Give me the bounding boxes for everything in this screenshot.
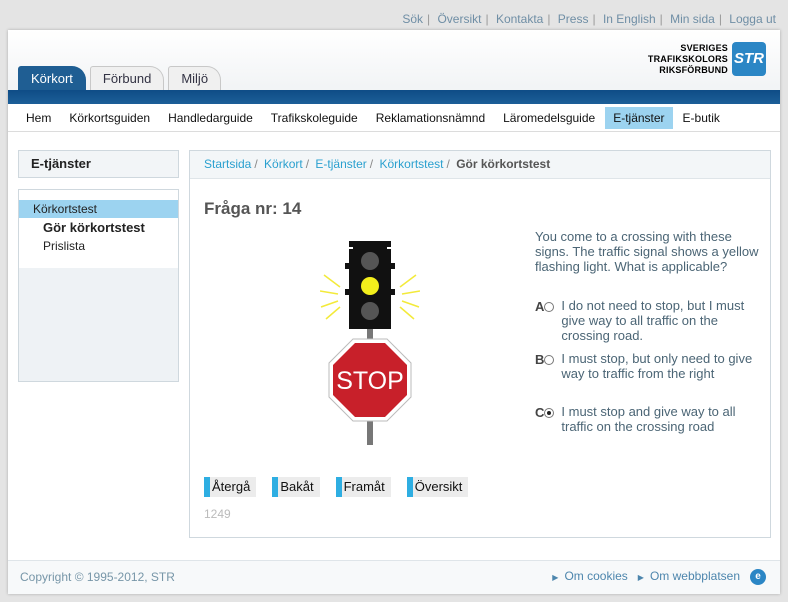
header-bar [8,90,780,104]
nav-item-e-butik[interactable]: E-butik [675,107,728,129]
logo-mark: STR [732,42,766,76]
question-text: You come to a crossing with these signs.… [535,229,759,274]
traffic-sign-image: STOP [319,239,421,449]
answer-b-text: I must stop, but only need to give way t… [561,351,753,381]
nav-item-hem[interactable]: Hem [18,107,59,129]
top-link-my-page[interactable]: Min sida [670,12,715,26]
copyright: Copyright © 1995-2012, STR [20,570,175,584]
answer-b[interactable]: B I must stop, but only need to give way… [535,351,765,381]
answer-a[interactable]: A I do not need to stop, but I must give… [535,298,765,343]
nav-item-e-tjanster[interactable]: E-tjänster [605,106,673,129]
top-link-press[interactable]: Press [558,12,589,26]
breadcrumb: Startsida / Körkort / E-tjänster / Körkorts… [190,151,770,179]
answer-c[interactable]: C I must stop and give way to all traffi… [535,404,765,434]
breadcrumb-current: Gör körkortstest [456,157,551,171]
nav-item-laromedelsguide[interactable]: Läromedelsguide [495,107,603,129]
tab-korkort[interactable]: Körkort [18,66,86,90]
footer-link-about[interactable]: ▶ Om webbplatsen [638,569,740,583]
answer-a-letter: A [535,299,545,314]
nav-item-reklamationsnamnd[interactable]: Reklamationsnämnd [368,107,493,129]
nav-item-korkortsguiden[interactable]: Körkortsguiden [61,107,158,129]
breadcrumb-startsida[interactable]: Startsida [204,157,251,171]
sidebar-item-prislista[interactable]: Prislista [19,237,178,255]
top-link-overview[interactable]: Översikt [437,12,481,26]
top-link-contact[interactable]: Kontakta [496,12,543,26]
scroll-top-icon[interactable]: e [750,569,766,585]
answer-a-radio[interactable] [544,302,555,312]
top-links: Sök | Översikt | Kontakta | Press | In Engli… [402,12,776,26]
answer-a-text: I do not need to stop, but I must give w… [561,298,745,343]
stop-sign-text: STOP [336,367,404,395]
question-title: Fråga nr: 14 [204,199,302,218]
breadcrumb-korkortstest[interactable]: Körkortstest [379,157,443,171]
answer-c-text: I must stop and give way to all traffic … [561,404,736,434]
str-logo[interactable]: SVERIGES TRAFIKSKOLORS RIKSFÖRBUND STR [648,42,766,76]
back-button[interactable]: Bakåt [272,477,320,497]
overview-button[interactable]: Översikt [406,477,469,497]
page-container: Körkort Förbund Miljö SVERIGES TRAFIKSKO… [8,30,780,594]
nav-item-trafikskoleguide[interactable]: Trafikskoleguide [263,107,366,129]
answer-c-letter: C [535,405,545,420]
logo-text: SVERIGES TRAFIKSKOLORS RIKSFÖRBUND [647,42,728,75]
question-id: 1249 [204,507,231,521]
breadcrumb-korkort[interactable]: Körkort [264,157,303,171]
footer-links: ▶ Om cookies ▶ Om webbplatsen [542,569,740,583]
nav-item-handledarguide[interactable]: Handledarguide [160,107,261,129]
footer-link-cookies[interactable]: ▶ Om cookies [552,569,628,583]
top-link-logout[interactable]: Logga ut [729,12,776,26]
navigation-buttons: Återgå Bakåt Framåt Översikt [204,477,484,497]
arrow-right-icon: ▶ [552,573,559,582]
stop-sign-icon: STOP [328,338,412,422]
tab-miljo[interactable]: Miljö [168,66,222,90]
main-nav: Hem Körkortsguiden Handledarguide Trafik… [8,104,780,132]
answer-b-letter: B [535,352,545,367]
sidebar-menu: Körkortstest Gör körkortstest Prislista [18,189,179,382]
answer-c-radio[interactable] [544,408,555,418]
forward-button[interactable]: Framåt [335,477,391,497]
top-link-search[interactable]: Sök [402,12,423,26]
sidebar-title: E-tjänster [18,150,179,178]
top-link-english[interactable]: In English [603,12,656,26]
content-panel: Startsida / Körkort / E-tjänster / Körkorts… [189,150,771,538]
breadcrumb-e-tjanster[interactable]: E-tjänster [315,157,366,171]
return-button[interactable]: Återgå [204,477,257,497]
sidebar-item-korkortstest[interactable]: Körkortstest [19,200,178,218]
answer-b-radio[interactable] [544,355,555,365]
footer: Copyright © 1995-2012, STR ▶ Om cookies ▶… [8,560,780,594]
traffic-light-icon [345,241,395,329]
sidebar-item-gor-korkortstest[interactable]: Gör körkortstest [19,218,178,237]
section-tabs: Körkort Förbund Miljö [18,66,225,90]
arrow-right-icon: ▶ [637,573,644,582]
tab-forbund[interactable]: Förbund [89,66,165,90]
